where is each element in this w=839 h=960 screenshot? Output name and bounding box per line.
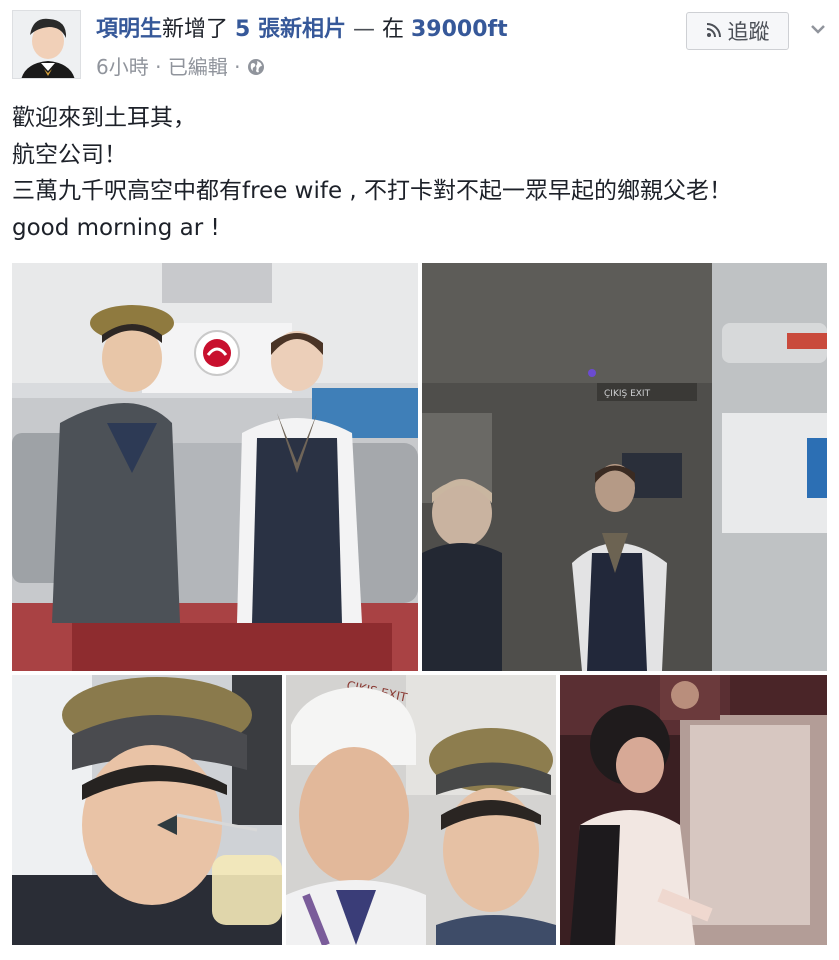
post-header: 項明生新增了 5 張新相片 — 在 39000ft 6小時 · 已編輯 · 追蹤 (12, 10, 827, 82)
message-line: 三萬九千呎高空中都有free wife , 不打卡對不起一眾早起的鄉親父老！ (12, 178, 733, 204)
edited-label[interactable]: 已編輯 (168, 55, 228, 79)
photo-chef-selfie[interactable]: ÇIKIŞ EXIT (286, 675, 556, 945)
follow-button[interactable]: 追蹤 (686, 12, 789, 50)
post-title: 項明生新增了 5 張新相片 — 在 39000ft (96, 16, 508, 44)
globe-icon[interactable] (247, 56, 265, 75)
message-line: 歡迎來到土耳其， (12, 105, 196, 131)
author-avatar[interactable] (12, 10, 81, 79)
photo-seat-service[interactable] (560, 675, 827, 945)
rss-icon (706, 19, 722, 43)
post-meta: 6小時 · 已編輯 · (96, 54, 265, 80)
meta-separator: · (227, 55, 247, 79)
message-line: good morning ar ! (12, 214, 220, 241)
title-dash: — (346, 17, 382, 42)
at-text: 在 (382, 17, 411, 42)
message-line: 航空公司！ (12, 141, 127, 168)
photo-selfie-mirror[interactable] (12, 675, 282, 945)
photo-count-link[interactable]: 5 張新相片 (235, 17, 346, 42)
author-name-link[interactable]: 項明生 (96, 17, 162, 42)
photo-cabin-portrait[interactable] (12, 263, 418, 671)
post-verb: 新增了 (162, 17, 229, 42)
post-message: 歡迎來到土耳其， 航空公司！ 三萬九千呎高空中都有free wife , 不打卡… (12, 100, 827, 246)
meta-separator: · (148, 55, 168, 79)
post-timestamp[interactable]: 6小時 (96, 55, 149, 79)
place-link[interactable]: 39000ft (411, 17, 508, 42)
photo-exit-sign: ÇIKIŞ EXIT (604, 389, 651, 399)
chevron-down-icon[interactable] (809, 20, 827, 38)
follow-label: 追蹤 (727, 20, 770, 44)
photo-galley-crew[interactable]: ÇIKIŞ EXIT (422, 263, 827, 671)
